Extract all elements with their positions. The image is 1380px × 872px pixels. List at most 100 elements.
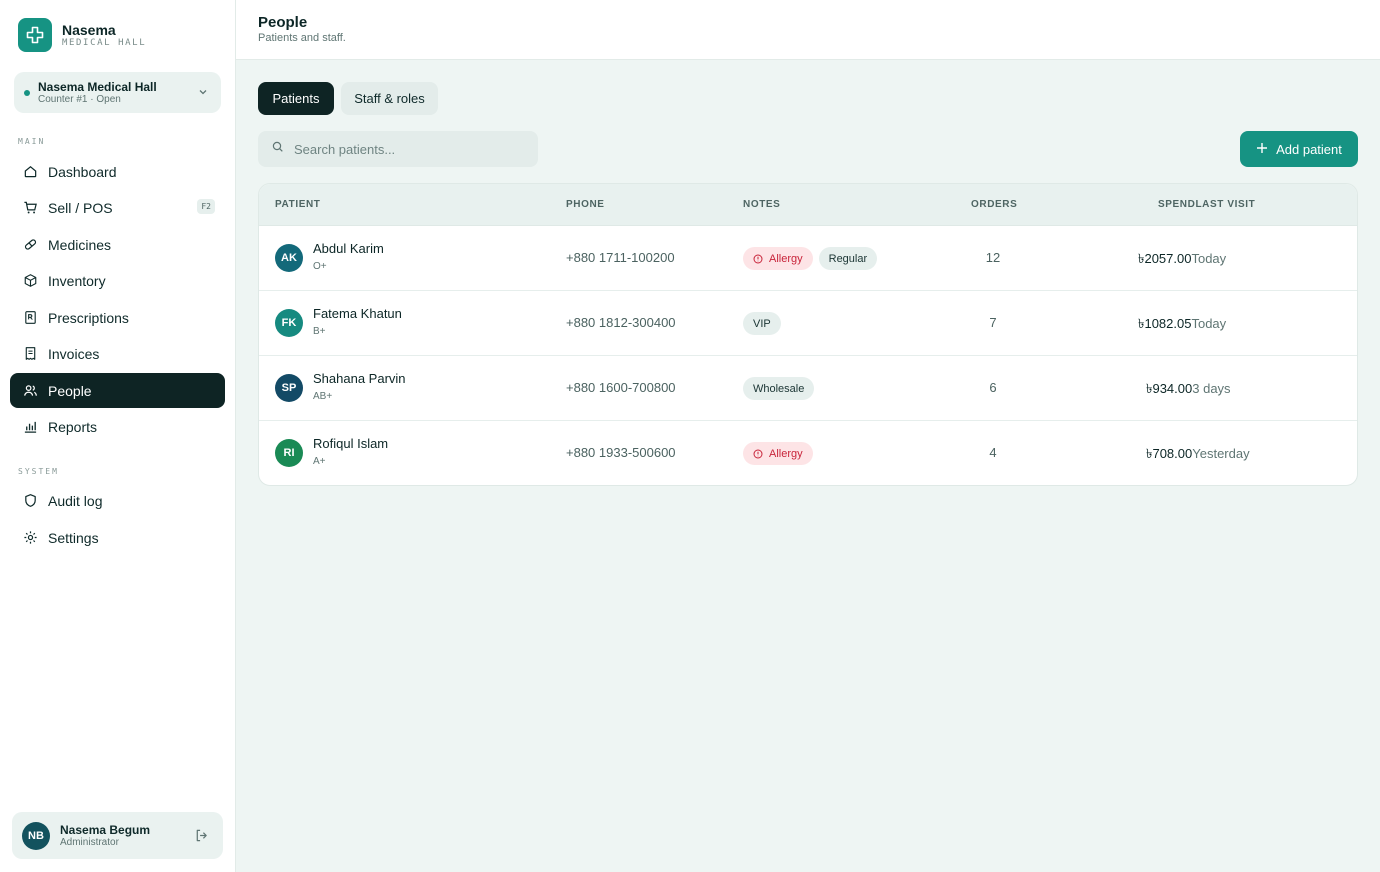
spend-last-visit: ৳934.003 days	[1146, 380, 1231, 401]
blood-group: AB+	[313, 391, 333, 402]
table-row[interactable]: RI Rofiqul Islam A+ +880 1933-500600 All…	[259, 421, 1357, 485]
avatar: SP	[275, 374, 303, 402]
patient-name: Shahana Parvin	[313, 371, 406, 386]
tab-staff-roles[interactable]: Staff & roles	[341, 82, 438, 115]
sidebar-item-label: Invoices	[48, 345, 100, 362]
badge-label: Allergy	[769, 252, 803, 265]
page-header: People Patients and staff.	[236, 0, 1380, 60]
allergy-badge: Allergy	[743, 442, 813, 465]
alert-circle-icon	[753, 449, 763, 459]
avatar: AK	[275, 244, 303, 272]
shortcut-badge: F2	[197, 199, 215, 214]
spend-last-visit: ৳1082.05Today	[1138, 315, 1226, 336]
column-header-spend-last-visit[interactable]: SPENDLAST VISIT	[1158, 199, 1255, 210]
sidebar-item-audit-log[interactable]: Audit log	[10, 483, 225, 518]
brand-subtitle: MEDICAL HALL	[62, 37, 147, 48]
spend-amount: ৳1082.05	[1138, 316, 1192, 331]
column-header-patient[interactable]: PATIENT	[275, 199, 321, 210]
bar-chart-icon	[22, 419, 38, 435]
patient-notes: VIP	[743, 312, 787, 335]
blood-group: O+	[313, 261, 327, 272]
last-visit: 3 days	[1192, 381, 1231, 396]
section-label-system: SYSTEM	[18, 467, 59, 476]
sidebar-item-label: Prescriptions	[48, 309, 129, 326]
sidebar-item-invoices[interactable]: Invoices	[10, 336, 225, 371]
plus-icon	[1256, 142, 1268, 157]
logout-icon[interactable]	[194, 828, 209, 848]
table-row[interactable]: FK Fatema Khatun B+ +880 1812-300400 VIP…	[259, 291, 1357, 356]
order-count: 7	[989, 315, 997, 330]
sidebar-item-label: Inventory	[48, 272, 106, 289]
patient-phone: +880 1933-500600	[566, 445, 676, 460]
sidebar-item-prescriptions[interactable]: Prescriptions	[10, 300, 225, 335]
sidebar-item-label: Sell / POS	[48, 199, 113, 216]
tab-patients[interactable]: Patients	[258, 82, 334, 115]
sidebar-item-label: Audit log	[48, 492, 103, 509]
search-box[interactable]	[258, 131, 538, 167]
sidebar-item-label: People	[48, 382, 92, 399]
patient-phone: +880 1812-300400	[566, 315, 676, 330]
users-icon	[22, 383, 38, 399]
column-header-notes[interactable]: NOTES	[743, 199, 780, 210]
avatar: NB	[22, 821, 50, 850]
sidebar-item-label: Dashboard	[48, 163, 117, 180]
page-title: People	[258, 14, 308, 31]
allergy-badge: Allergy	[743, 247, 813, 270]
shield-icon	[22, 493, 38, 509]
spend-amount: ৳708.00	[1146, 446, 1193, 461]
spend-last-visit: ৳2057.00Today	[1138, 250, 1226, 271]
avatar: RI	[275, 439, 303, 467]
patient-notes: Allergy Regular	[743, 247, 883, 270]
sidebar-item-dashboard[interactable]: Dashboard	[10, 154, 225, 189]
home-icon	[22, 164, 38, 180]
patient-name: Rofiqul Islam	[313, 436, 389, 451]
status-badge: Regular	[818, 247, 878, 270]
table-row[interactable]: AK Abdul Karim O+ +880 1711-100200 Aller…	[259, 226, 1357, 291]
pill-icon	[22, 237, 38, 253]
order-count: 12	[985, 250, 1001, 265]
sidebar-item-reports[interactable]: Reports	[10, 409, 225, 444]
receipt-icon	[22, 346, 38, 362]
rx-icon	[22, 310, 38, 326]
spend-amount: ৳2057.00	[1138, 251, 1192, 266]
spend-last-visit: ৳708.00Yesterday	[1146, 445, 1250, 466]
chevron-down-icon	[197, 85, 209, 103]
add-patient-button[interactable]: Add patient	[1240, 131, 1358, 167]
sidebar-item-sell-pos[interactable]: Sell / POS F2	[10, 190, 225, 225]
cart-icon	[22, 200, 38, 216]
spend-amount: ৳934.00	[1146, 381, 1193, 396]
search-input[interactable]	[294, 141, 514, 157]
sidebar-item-settings[interactable]: Settings	[10, 520, 225, 555]
store-switcher[interactable]: Nasema Medical Hall Counter #1 · Open	[14, 72, 221, 113]
brand[interactable]: Nasema MEDICAL HALL	[18, 18, 146, 52]
sidebar-item-inventory[interactable]: Inventory	[10, 263, 225, 298]
last-visit: Today	[1191, 251, 1227, 266]
patient-name: Abdul Karim	[313, 241, 384, 256]
brand-name: Nasema	[62, 21, 116, 38]
section-label-main: MAIN	[18, 137, 46, 146]
patient-name: Fatema Khatun	[313, 306, 402, 321]
blood-group: A+	[313, 456, 326, 467]
patients-table: PATIENT PHONE NOTES ORDERS SPENDLAST VIS…	[258, 183, 1358, 486]
column-header-phone[interactable]: PHONE	[566, 199, 605, 210]
patient-notes: Allergy	[743, 442, 819, 465]
last-visit: Yesterday	[1192, 446, 1250, 461]
sidebar-item-people[interactable]: People	[10, 373, 225, 408]
gear-icon	[22, 530, 38, 546]
store-status: Counter #1 · Open	[38, 93, 121, 105]
sidebar-item-label: Medicines	[48, 236, 112, 253]
column-header-orders[interactable]: ORDERS	[971, 199, 1017, 210]
table-header: PATIENT PHONE NOTES ORDERS SPENDLAST VIS…	[259, 184, 1357, 226]
user-role: Administrator	[60, 836, 119, 848]
status-dot-icon	[24, 89, 30, 96]
sidebar-item-medicines[interactable]: Medicines	[10, 227, 225, 262]
sidebar: Nasema MEDICAL HALL Nasema Medical Hall …	[0, 0, 236, 872]
order-count: 4	[989, 445, 997, 460]
store-name: Nasema Medical Hall	[38, 79, 157, 94]
page-subtitle: Patients and staff.	[258, 32, 346, 44]
add-patient-label: Add patient	[1276, 141, 1342, 157]
user-card[interactable]: NB Nasema Begum Administrator	[12, 812, 223, 859]
table-row[interactable]: SP Shahana Parvin AB+ +880 1600-700800 W…	[259, 356, 1357, 421]
order-count: 6	[989, 380, 997, 395]
patient-phone: +880 1600-700800	[566, 380, 676, 395]
